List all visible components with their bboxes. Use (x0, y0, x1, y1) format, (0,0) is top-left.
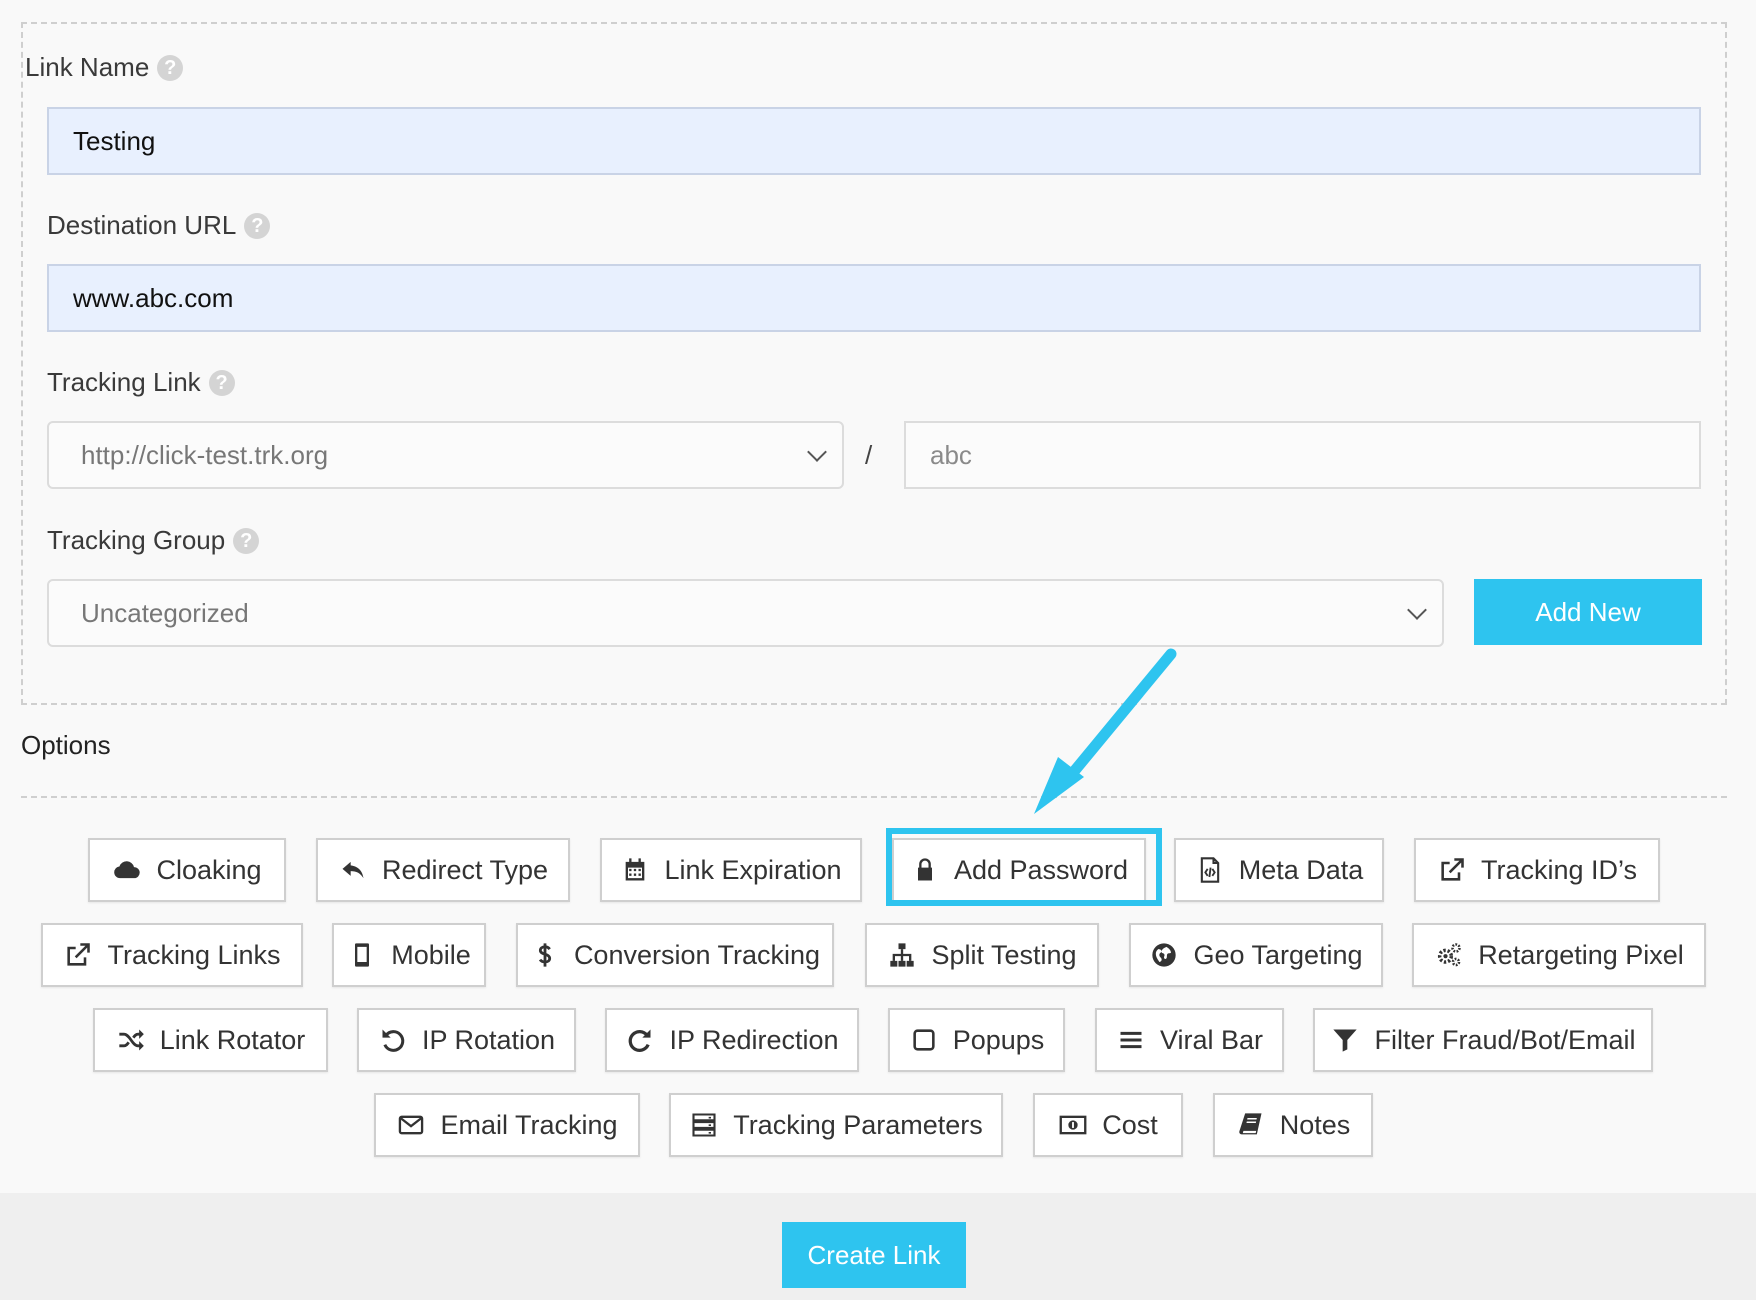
tracking-slug-input[interactable]: abc (904, 421, 1701, 489)
retargeting-pixel-button[interactable]: Retargeting Pixel (1412, 923, 1706, 987)
reply-icon (338, 855, 368, 885)
code-file-icon (1195, 855, 1225, 885)
sitemap-icon (887, 940, 917, 970)
path-separator: / (865, 440, 873, 470)
external-link-icon (63, 940, 93, 970)
calendar-icon (620, 855, 650, 885)
help-icon[interactable]: ? (233, 527, 260, 554)
add-new-group-button[interactable]: Add New (1474, 579, 1702, 645)
globe-icon (1149, 940, 1179, 970)
destination-url-input[interactable]: www.abc.com (47, 264, 1701, 332)
help-icon[interactable]: ? (244, 212, 271, 239)
link-rotator-button[interactable]: Link Rotator (93, 1008, 328, 1072)
chevron-down-icon (1407, 600, 1427, 620)
add-password-highlight (886, 828, 1162, 906)
options-heading: Options (21, 730, 111, 760)
chevron-down-icon (807, 442, 827, 462)
gears-icon (1434, 940, 1464, 970)
create-link-button[interactable]: Create Link (782, 1222, 966, 1288)
popups-button[interactable]: Popups (888, 1008, 1065, 1072)
meta-data-button[interactable]: Meta Data (1174, 838, 1384, 902)
shuffle-icon (116, 1025, 146, 1055)
ip-rotation-button[interactable]: IP Rotation (357, 1008, 576, 1072)
mobile-button[interactable]: Mobile (332, 923, 486, 987)
redirect-type-button[interactable]: Redirect Type (316, 838, 570, 902)
destination-url-label: Destination URL ? (47, 210, 271, 241)
bars-icon (1116, 1025, 1146, 1055)
viral-bar-button[interactable]: Viral Bar (1095, 1008, 1284, 1072)
split-testing-button[interactable]: Split Testing (865, 923, 1099, 987)
help-icon[interactable]: ? (157, 54, 184, 81)
external-link-icon (1437, 855, 1467, 885)
tracking-ids-button[interactable]: Tracking ID’s (1414, 838, 1660, 902)
server-icon (689, 1110, 719, 1140)
notes-button[interactable]: Notes (1213, 1093, 1373, 1157)
link-name-label: Link Name ? (25, 52, 184, 83)
envelope-icon (396, 1110, 426, 1140)
tracking-link-label: Tracking Link ? (47, 367, 235, 398)
money-icon (1058, 1110, 1088, 1140)
options-divider (21, 796, 1727, 798)
tracking-links-button[interactable]: Tracking Links (41, 923, 303, 987)
email-tracking-button[interactable]: Email Tracking (374, 1093, 640, 1157)
book-icon (1236, 1110, 1266, 1140)
ip-redirection-button[interactable]: IP Redirection (605, 1008, 859, 1072)
help-icon[interactable]: ? (208, 369, 235, 396)
tracking-group-select[interactable]: Uncategorized (47, 579, 1444, 647)
redo-icon (625, 1025, 655, 1055)
tracking-domain-select[interactable]: http://click-test.trk.org (47, 421, 844, 489)
tracking-parameters-button[interactable]: Tracking Parameters (669, 1093, 1003, 1157)
dollar-icon (530, 940, 560, 970)
undo-icon (378, 1025, 408, 1055)
filter-icon (1330, 1025, 1360, 1055)
geo-targeting-button[interactable]: Geo Targeting (1129, 923, 1383, 987)
conversion-tracking-button[interactable]: Conversion Tracking (516, 923, 834, 987)
link-expiration-button[interactable]: Link Expiration (600, 838, 862, 902)
mobile-icon (347, 940, 377, 970)
filter-fraud-bot-email-button[interactable]: Filter Fraud/Bot/Email (1313, 1008, 1653, 1072)
link-name-input[interactable]: Testing (47, 107, 1701, 175)
square-icon (909, 1025, 939, 1055)
tracking-group-label: Tracking Group ? (47, 525, 260, 556)
cost-button[interactable]: Cost (1033, 1093, 1183, 1157)
cloud-icon (112, 855, 142, 885)
cloaking-button[interactable]: Cloaking (88, 838, 286, 902)
